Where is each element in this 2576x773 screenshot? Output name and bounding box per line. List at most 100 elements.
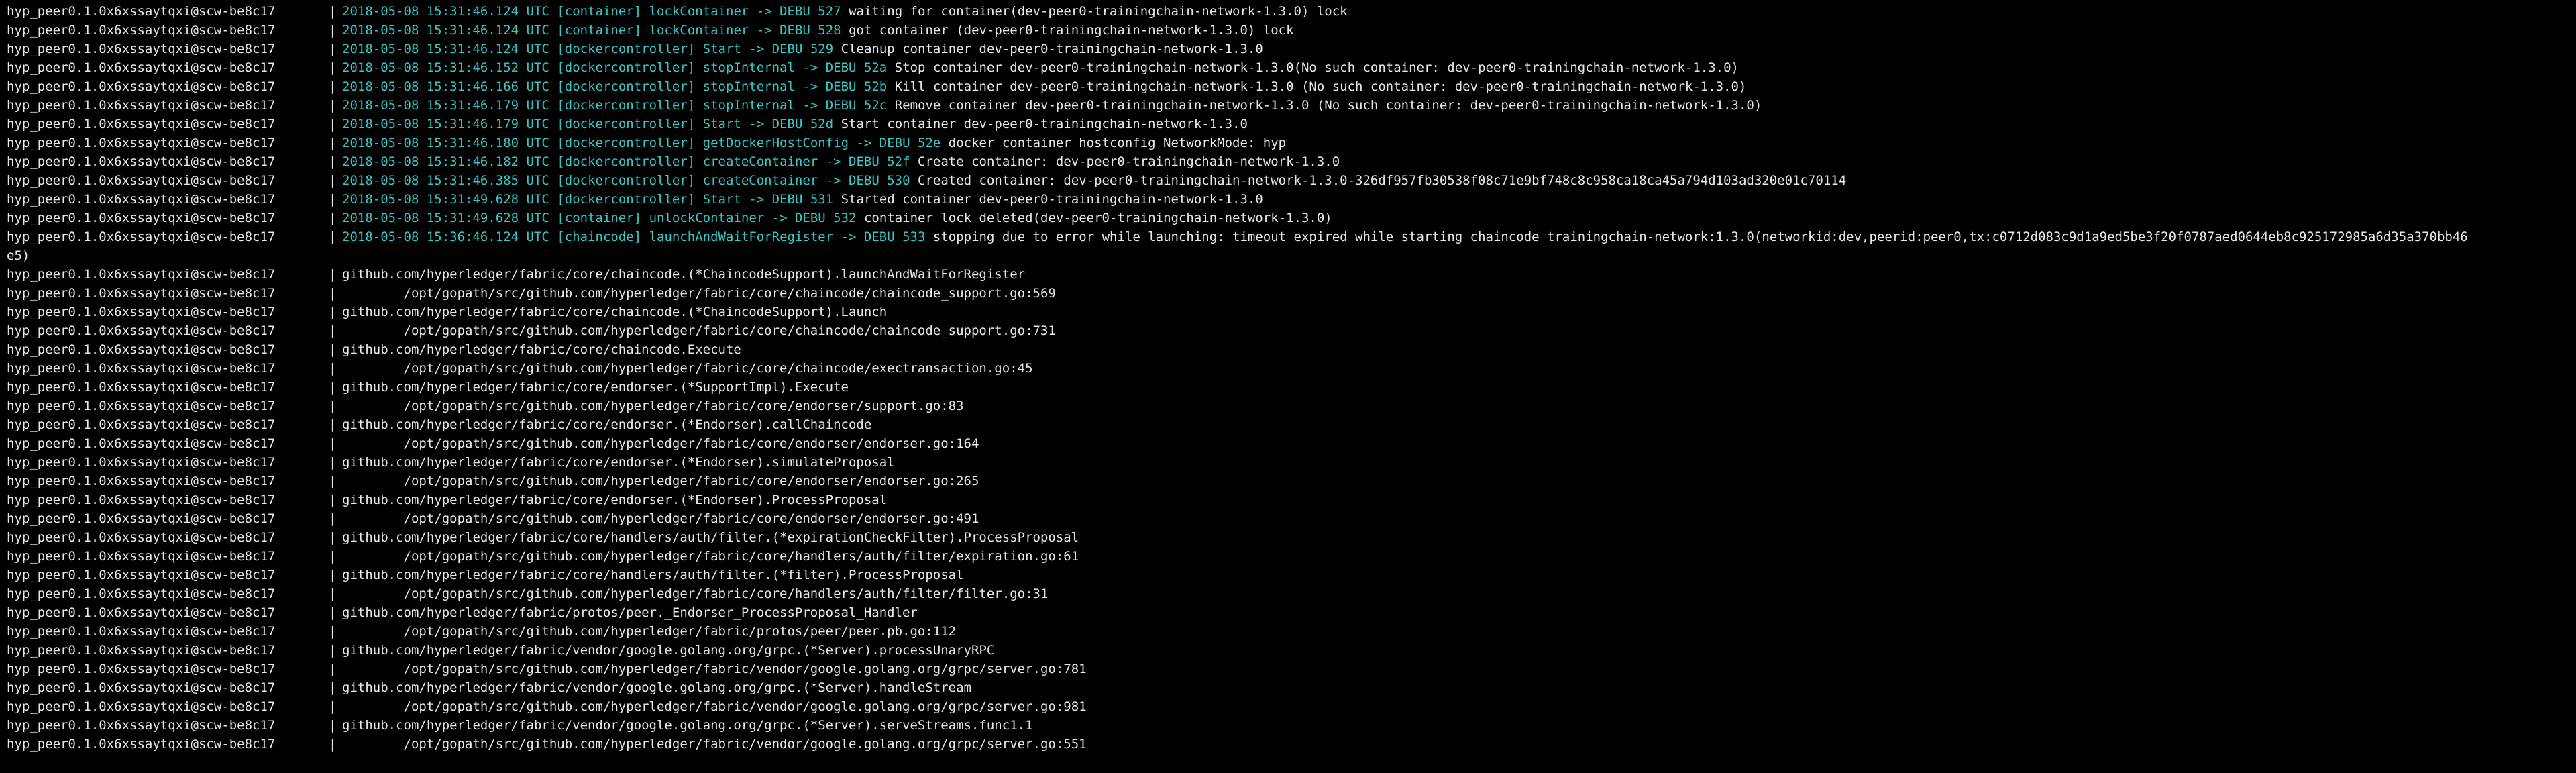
log-module: [dockercontroller] [557,42,696,56]
log-line: hyp_peer0.1.0x6xssaytqxi@scw-be8c17 | 2018… [7,134,2576,152]
stack-frame: github.com/hyperledger/fabric/core/endor… [342,417,872,432]
log-timestamp: 2018-05-08 15:31:46.182 UTC [342,154,549,169]
stack-frame: github.com/hyperledger/fabric/core/chain… [342,305,888,319]
column-separator: | [329,680,337,695]
column-separator: | [329,361,337,376]
stack-frame: /opt/gopath/src/github.com/hyperledger/f… [342,474,979,488]
log-line: hyp_peer0.1.0x6xssaytqxi@scw-be8c17 | 2018… [7,227,2576,246]
stack-line: hyp_peer0.1.0x6xssaytqxi@scw-be8c17 | gith… [7,641,2576,660]
stack-line: hyp_peer0.1.0x6xssaytqxi@scw-be8c17 | /op… [7,584,2576,603]
column-separator: | [329,493,337,507]
column-separator: | [329,173,337,188]
column-separator: | [329,605,337,620]
log-line: hyp_peer0.1.0x6xssaytqxi@scw-be8c17 | 2018… [7,77,2576,96]
terminal-output[interactable]: hyp_peer0.1.0x6xssaytqxi@scw-be8c17 | 2018… [7,0,2576,754]
container-prefix: hyp_peer0.1.0x6xssaytqxi@scw-be8c17 [7,42,276,56]
stack-frame: github.com/hyperledger/fabric/vendor/goo… [342,680,971,695]
stack-frame: /opt/gopath/src/github.com/hyperledger/f… [342,361,1033,376]
column-separator: | [329,417,337,432]
stack-line: hyp_peer0.1.0x6xssaytqxi@scw-be8c17 | /op… [7,434,2576,453]
stack-line: hyp_peer0.1.0x6xssaytqxi@scw-be8c17 | /op… [7,284,2576,303]
column-separator: | [329,436,337,451]
stack-line: hyp_peer0.1.0x6xssaytqxi@scw-be8c17 | /op… [7,397,2576,415]
container-prefix: hyp_peer0.1.0x6xssaytqxi@scw-be8c17 [7,173,276,188]
column-separator: | [329,380,337,395]
stack-frame: github.com/hyperledger/fabric/core/endor… [342,380,849,395]
stack-line: hyp_peer0.1.0x6xssaytqxi@scw-be8c17 | /op… [7,697,2576,716]
log-module: [dockercontroller] [557,173,696,188]
log-level: -> DEBU 52e [856,136,941,150]
log-message: stopping due to error while launching: t… [932,229,2468,244]
container-prefix: hyp_peer0.1.0x6xssaytqxi@scw-be8c17 [7,436,276,451]
container-prefix: hyp_peer0.1.0x6xssaytqxi@scw-be8c17 [7,624,276,639]
log-level: -> DEBU 530 [825,173,910,188]
log-message: Stop container dev-peer0-trainingchain-n… [894,60,1739,75]
container-prefix: hyp_peer0.1.0x6xssaytqxi@scw-be8c17 [7,117,276,132]
log-level: -> DEBU 52a [802,60,888,75]
log-level: -> DEBU 52d [749,117,834,132]
log-function: Start [702,117,741,132]
column-separator: | [329,98,337,113]
container-prefix: hyp_peer0.1.0x6xssaytqxi@scw-be8c17 [7,229,276,244]
log-module: [container] [557,23,642,38]
log-line: hyp_peer0.1.0x6xssaytqxi@scw-be8c17 | 2018… [7,58,2576,77]
container-prefix: hyp_peer0.1.0x6xssaytqxi@scw-be8c17 [7,699,276,714]
container-prefix: hyp_peer0.1.0x6xssaytqxi@scw-be8c17 [7,60,276,75]
stack-line: hyp_peer0.1.0x6xssaytqxi@scw-be8c17 | /op… [7,321,2576,340]
stack-line: hyp_peer0.1.0x6xssaytqxi@scw-be8c17 | /op… [7,622,2576,641]
column-separator: | [329,23,337,38]
stack-line: hyp_peer0.1.0x6xssaytqxi@scw-be8c17 | /op… [7,472,2576,491]
container-prefix: hyp_peer0.1.0x6xssaytqxi@scw-be8c17 [7,643,276,658]
stack-frame: /opt/gopath/src/github.com/hyperledger/f… [342,662,1087,676]
container-prefix: hyp_peer0.1.0x6xssaytqxi@scw-be8c17 [7,399,276,413]
column-separator: | [329,305,337,319]
column-separator: | [329,455,337,470]
stack-line: hyp_peer0.1.0x6xssaytqxi@scw-be8c17 | /op… [7,547,2576,566]
log-level: -> DEBU 52c [802,98,888,113]
column-separator: | [329,474,337,488]
stack-frame: /opt/gopath/src/github.com/hyperledger/f… [342,699,1087,714]
log-message: Created container: dev-peer0-trainingcha… [918,173,1847,188]
stack-frame: /opt/gopath/src/github.com/hyperledger/f… [342,624,957,639]
log-timestamp: 2018-05-08 15:31:46.124 UTC [342,23,549,38]
log-module: [dockercontroller] [557,136,696,150]
container-prefix: hyp_peer0.1.0x6xssaytqxi@scw-be8c17 [7,417,276,432]
stack-frame: /opt/gopath/src/github.com/hyperledger/f… [342,586,1049,601]
column-separator: | [329,737,337,752]
column-separator: | [329,136,337,150]
container-prefix: hyp_peer0.1.0x6xssaytqxi@scw-be8c17 [7,530,276,545]
log-timestamp: 2018-05-08 15:31:46.124 UTC [342,4,549,19]
stack-line: hyp_peer0.1.0x6xssaytqxi@scw-be8c17 | gith… [7,566,2576,584]
container-prefix: hyp_peer0.1.0x6xssaytqxi@scw-be8c17 [7,680,276,695]
column-separator: | [329,511,337,526]
log-timestamp: 2018-05-08 15:31:49.628 UTC [342,211,549,225]
log-timestamp: 2018-05-08 15:31:46.124 UTC [342,42,549,56]
log-module: [container] [557,211,642,225]
column-separator: | [329,211,337,225]
log-message: docker container hostconfig NetworkMode:… [948,136,1287,150]
log-level: -> DEBU 527 [756,4,841,19]
column-separator: | [329,286,337,301]
column-separator: | [329,192,337,207]
column-separator: | [329,530,337,545]
container-prefix: hyp_peer0.1.0x6xssaytqxi@scw-be8c17 [7,211,276,225]
column-separator: | [329,699,337,714]
log-module: [dockercontroller] [557,79,696,94]
log-module: [container] [557,4,642,19]
log-message: Kill container dev-peer0-trainingchain-n… [894,79,1747,94]
log-function: launchAndWaitForRegister [649,229,834,244]
container-prefix: hyp_peer0.1.0x6xssaytqxi@scw-be8c17 [7,511,276,526]
stack-frame: github.com/hyperledger/fabric/vendor/goo… [342,643,995,658]
column-separator: | [329,586,337,601]
log-timestamp: 2018-05-08 15:36:46.124 UTC [342,229,549,244]
log-module: [dockercontroller] [557,192,696,207]
container-prefix: hyp_peer0.1.0x6xssaytqxi@scw-be8c17 [7,192,276,207]
log-function: createContainer [702,154,818,169]
log-function: stopInternal [702,60,795,75]
log-module: [dockercontroller] [557,60,696,75]
stack-frame: github.com/hyperledger/fabric/vendor/goo… [342,718,1033,733]
stack-line: hyp_peer0.1.0x6xssaytqxi@scw-be8c17 | gith… [7,303,2576,321]
container-prefix: hyp_peer0.1.0x6xssaytqxi@scw-be8c17 [7,605,276,620]
container-prefix: hyp_peer0.1.0x6xssaytqxi@scw-be8c17 [7,586,276,601]
column-separator: | [329,643,337,658]
